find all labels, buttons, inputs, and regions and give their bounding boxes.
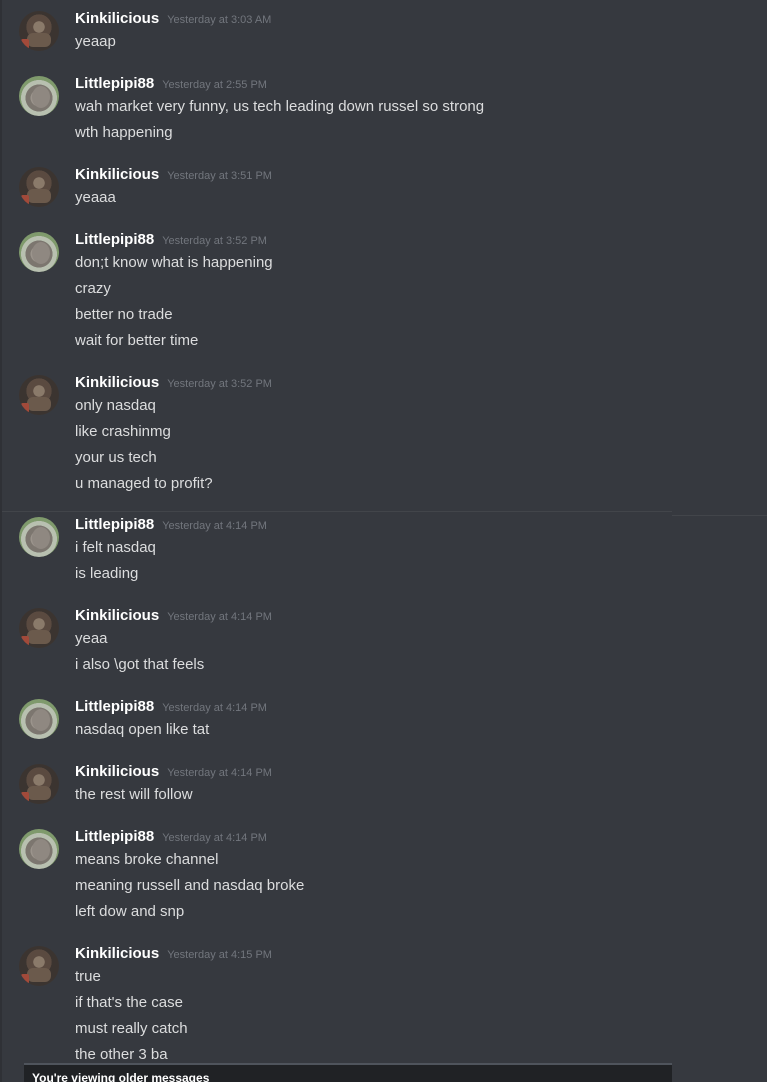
message-text: don;t know what is happening xyxy=(75,254,273,271)
avatar[interactable] xyxy=(19,608,59,648)
message-text: yeaaa xyxy=(75,189,116,206)
message-author[interactable]: Kinkilicious Yesterday at 4:14 PM xyxy=(75,763,272,780)
message-timestamp: Yesterday at 4:14 PM xyxy=(167,767,272,779)
message-text: crazy xyxy=(75,280,111,297)
message-author[interactable]: Kinkilicious Yesterday at 3:03 AM xyxy=(75,10,271,27)
message-text: if that's the case xyxy=(75,994,183,1011)
message-author[interactable]: Littlepipi88 Yesterday at 4:14 PM xyxy=(75,516,267,533)
message-text: true xyxy=(75,968,101,985)
message-text: your us tech xyxy=(75,449,157,466)
message-timestamp: Yesterday at 2:55 PM xyxy=(162,79,267,91)
message-author[interactable]: Kinkilicious Yesterday at 4:15 PM xyxy=(75,945,272,962)
message-timestamp: Yesterday at 4:15 PM xyxy=(167,949,272,961)
message-timestamp: Yesterday at 4:14 PM xyxy=(167,611,272,623)
message-text: means broke channel xyxy=(75,851,219,868)
message-author[interactable]: Kinkilicious Yesterday at 4:14 PM xyxy=(75,607,272,624)
avatar[interactable] xyxy=(19,699,59,739)
message-author[interactable]: Littlepipi88 Yesterday at 4:14 PM xyxy=(75,698,267,715)
message-text: u managed to profit? xyxy=(75,475,213,492)
avatar[interactable] xyxy=(19,517,59,557)
avatar[interactable] xyxy=(19,11,59,51)
avatar[interactable] xyxy=(19,946,59,986)
message-author[interactable]: Littlepipi88 Yesterday at 2:55 PM xyxy=(75,75,267,92)
avatar[interactable] xyxy=(19,232,59,272)
channel-left-border xyxy=(0,0,2,1082)
new-messages-divider-tail xyxy=(672,515,767,516)
message-timestamp: Yesterday at 4:14 PM xyxy=(162,520,267,532)
avatar[interactable] xyxy=(19,764,59,804)
message-timestamp: Yesterday at 4:14 PM xyxy=(162,832,267,844)
older-messages-text: You're viewing older messages xyxy=(32,1071,210,1082)
message-text: meaning russell and nasdaq broke xyxy=(75,877,305,894)
avatar[interactable] xyxy=(19,76,59,116)
message-text: nasdaq open like tat xyxy=(75,721,210,738)
message-text: left dow and snp xyxy=(75,903,185,920)
message-text: yeaa xyxy=(75,630,108,647)
message-text: i felt nasdaq xyxy=(75,539,156,556)
message-text: must really catch xyxy=(75,1020,188,1037)
avatar[interactable] xyxy=(19,829,59,869)
message-timestamp: Yesterday at 3:03 AM xyxy=(167,14,272,26)
message-text: wah market very funny, us tech leading d… xyxy=(75,98,485,115)
avatar[interactable] xyxy=(19,167,59,207)
message-text: like crashinmg xyxy=(75,423,171,440)
message-author[interactable]: Kinkilicious Yesterday at 3:52 PM xyxy=(75,374,272,391)
message-text: only nasdaq xyxy=(75,397,156,414)
message-timestamp: Yesterday at 3:52 PM xyxy=(167,378,272,390)
message-timestamp: Yesterday at 3:52 PM xyxy=(162,235,267,247)
older-messages-banner[interactable]: You're viewing older messages xyxy=(24,1065,672,1082)
message-author[interactable]: Littlepipi88 Yesterday at 3:52 PM xyxy=(75,231,267,248)
message-text: wait for better time xyxy=(75,332,199,349)
message-author[interactable]: Littlepipi88 Yesterday at 4:14 PM xyxy=(75,828,267,845)
message-text: better no trade xyxy=(75,306,173,323)
message-text: is leading xyxy=(75,565,139,582)
new-messages-divider xyxy=(2,511,672,512)
message-text: the other 3 ba xyxy=(75,1046,168,1063)
message-timestamp: Yesterday at 4:14 PM xyxy=(162,702,267,714)
message-text: the rest will follow xyxy=(75,786,193,803)
message-timestamp: Yesterday at 3:51 PM xyxy=(167,170,272,182)
message-text: i also \got that feels xyxy=(75,656,205,673)
message-author[interactable]: Kinkilicious Yesterday at 3:51 PM xyxy=(75,166,272,183)
avatar[interactable] xyxy=(19,375,59,415)
message-text: yeaap xyxy=(75,33,116,50)
message-text: wth happening xyxy=(75,124,173,141)
